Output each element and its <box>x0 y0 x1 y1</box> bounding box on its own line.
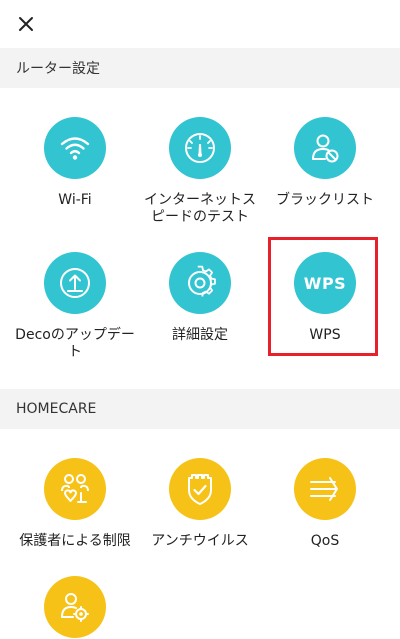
section-header-router-settings: ルーター設定 <box>0 48 400 88</box>
item-label: QoS <box>310 533 340 549</box>
item-parental-controls[interactable]: 保護者による制限 <box>13 458 137 550</box>
item-speed-test[interactable]: インターネットスピードのテスト <box>138 117 262 226</box>
item-label: ブラックリスト <box>276 192 374 208</box>
section-title: ルーター設定 <box>16 61 100 77</box>
item-label: インターネットスピードのテスト <box>144 192 256 225</box>
item-label: Decoのアップデート <box>15 327 135 360</box>
item-label: WPS <box>309 327 341 343</box>
item-antivirus[interactable]: アンチウイルス <box>138 458 262 550</box>
wifi-icon <box>44 117 106 179</box>
user-settings-icon <box>44 576 106 638</box>
close-icon <box>19 17 33 31</box>
speedometer-icon <box>169 117 231 179</box>
wps-icon: WPS <box>294 252 356 314</box>
close-button[interactable] <box>10 8 42 40</box>
item-blacklist[interactable]: ブラックリスト <box>263 117 387 209</box>
item-qos[interactable]: QoS <box>263 458 387 550</box>
top-bar <box>0 0 400 48</box>
item-deco-update[interactable]: Decoのアップデート <box>13 252 137 361</box>
section-title: HOMECARE <box>16 401 97 417</box>
item-advanced-settings[interactable]: 詳細設定 <box>138 252 262 344</box>
item-label: Wi-Fi <box>58 192 92 208</box>
qos-icon <box>294 458 356 520</box>
user-block-icon <box>294 117 356 179</box>
upload-icon <box>44 252 106 314</box>
wps-icon-text: WPS <box>303 273 347 293</box>
item-wps[interactable]: WPS WPS <box>263 252 387 344</box>
parental-control-icon <box>44 458 106 520</box>
item-label: アンチウイルス <box>151 533 249 549</box>
section-header-homecare: HOMECARE <box>0 389 400 429</box>
item-label: 保護者による制限 <box>19 533 131 549</box>
gear-icon <box>169 252 231 314</box>
shield-icon <box>169 458 231 520</box>
item-user-settings[interactable] <box>13 576 137 638</box>
item-label: 詳細設定 <box>172 327 228 343</box>
item-wifi[interactable]: Wi-Fi <box>13 117 137 209</box>
